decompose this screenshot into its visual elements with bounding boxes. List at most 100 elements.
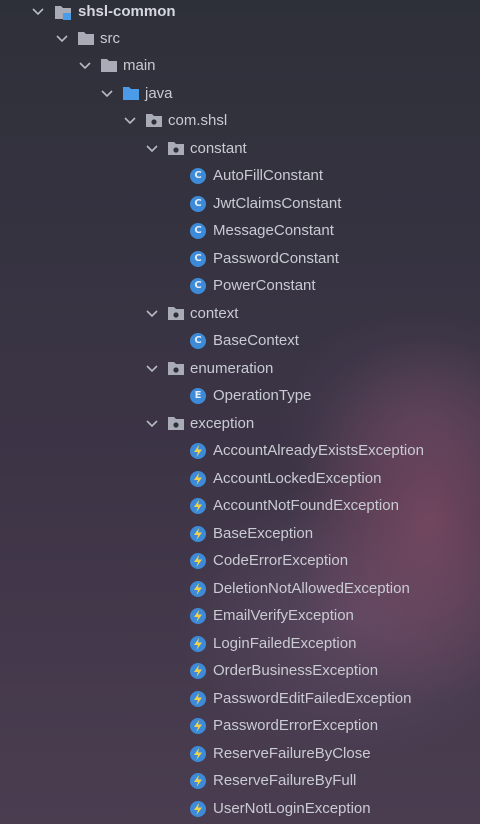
package-icon (167, 415, 185, 433)
tree-leaf-exception[interactable]: EmailVerifyException (0, 602, 480, 629)
tree-leaf-enum[interactable]: E OperationType (0, 382, 480, 409)
chevron-down-icon[interactable] (30, 4, 46, 20)
tree-leaf-exception[interactable]: PasswordEditFailedException (0, 685, 480, 712)
exception-class-icon (189, 442, 207, 460)
tree-leaf-label: OperationType (213, 387, 312, 404)
exception-class-icon (189, 580, 207, 598)
tree-leaf-label: PasswordConstant (213, 250, 339, 267)
tree-node-java[interactable]: java (0, 80, 480, 107)
exception-class-icon (189, 717, 207, 735)
tree-leaf-label: OrderBusinessException (213, 662, 379, 679)
tree-leaf-exception[interactable]: UserNotLoginException (0, 795, 480, 822)
tree-leaf-exception[interactable]: CodeErrorException (0, 547, 480, 574)
tree-node-label: src (100, 30, 120, 47)
tree-leaf-label: JwtClaimsConstant (213, 195, 342, 212)
class-icon: C (189, 167, 207, 185)
tree-node-exception[interactable]: exception (0, 410, 480, 437)
chevron-down-icon[interactable] (144, 306, 160, 322)
tree-node-label: constant (190, 140, 247, 157)
tree-leaf-label: UserNotLoginException (213, 800, 371, 817)
tree-leaf-exception[interactable]: PasswordErrorException (0, 712, 480, 739)
tree-leaf-class[interactable]: C PasswordConstant (0, 245, 480, 272)
module-folder-icon (54, 3, 72, 21)
tree-leaf-label: DeletionNotAllowedException (213, 580, 410, 597)
tree-leaf-exception[interactable]: AccountLockedException (0, 465, 480, 492)
tree-leaf-exception[interactable]: AccountAlreadyExistsException (0, 437, 480, 464)
tree-node-label: com.shsl (168, 112, 228, 129)
tree-leaf-exception[interactable]: AccountNotFoundException (0, 492, 480, 519)
tree-leaf-label: ReserveFailureByClose (213, 745, 371, 762)
exception-class-icon (189, 635, 207, 653)
package-icon (167, 360, 185, 378)
tree-leaf-label: AccountNotFoundException (213, 497, 399, 514)
exception-class-icon (189, 690, 207, 708)
tree-node-main[interactable]: main (0, 52, 480, 79)
package-icon (167, 140, 185, 158)
project-tree: shsl-common src main java com.shsl const… (0, 0, 480, 824)
tree-leaf-label: AutoFillConstant (213, 167, 324, 184)
exception-class-icon (189, 662, 207, 680)
folder-icon (77, 30, 95, 48)
tree-leaf-class[interactable]: C BaseContext (0, 327, 480, 354)
exception-class-icon (189, 607, 207, 625)
tree-leaf-label: ReserveFailureByFull (213, 772, 357, 789)
package-icon (167, 305, 185, 323)
tree-leaf-class[interactable]: C AutoFillConstant (0, 162, 480, 189)
tree-leaf-exception[interactable]: LoginFailedException (0, 630, 480, 657)
tree-node-label: shsl-common (78, 3, 176, 20)
chevron-down-icon[interactable] (144, 416, 160, 432)
tree-leaf-exception[interactable]: ReserveFailureByFull (0, 767, 480, 794)
class-icon: C (189, 222, 207, 240)
folder-icon (100, 57, 118, 75)
exception-class-icon (189, 800, 207, 818)
tree-leaf-label: AccountLockedException (213, 470, 382, 487)
tree-leaf-label: LoginFailedException (213, 635, 357, 652)
exception-class-icon (189, 772, 207, 790)
tree-leaf-label: EmailVerifyException (213, 607, 354, 624)
tree-node-src[interactable]: src (0, 25, 480, 52)
class-icon: C (189, 195, 207, 213)
chevron-down-icon[interactable] (144, 141, 160, 157)
tree-node-constant[interactable]: constant (0, 135, 480, 162)
tree-leaf-label: AccountAlreadyExistsException (213, 442, 424, 459)
tree-node-label: exception (190, 415, 255, 432)
tree-leaf-exception[interactable]: OrderBusinessException (0, 657, 480, 684)
tree-node-label: java (145, 85, 173, 102)
tree-leaf-label: BaseContext (213, 332, 299, 349)
tree-node-label: enumeration (190, 360, 274, 377)
package-icon (145, 112, 163, 130)
tree-leaf-exception[interactable]: ReserveFailureByClose (0, 740, 480, 767)
chevron-down-icon[interactable] (54, 31, 70, 47)
tree-node-enumeration[interactable]: enumeration (0, 355, 480, 382)
tree-node-com-shsl[interactable]: com.shsl (0, 107, 480, 134)
tree-leaf-label: CodeErrorException (213, 552, 349, 569)
class-icon: C (189, 250, 207, 268)
tree-node-label: main (123, 57, 156, 74)
chevron-down-icon[interactable] (144, 361, 160, 377)
exception-class-icon (189, 497, 207, 515)
tree-leaf-label: BaseException (213, 525, 314, 542)
class-icon: C (189, 332, 207, 350)
class-icon: C (189, 277, 207, 295)
tree-leaf-label: MessageConstant (213, 222, 334, 239)
chevron-down-icon[interactable] (99, 86, 115, 102)
source-folder-icon (122, 85, 140, 103)
tree-node-label: context (190, 305, 239, 322)
chevron-down-icon[interactable] (77, 58, 93, 74)
tree-node-shsl-common[interactable]: shsl-common (0, 0, 480, 25)
exception-class-icon (189, 525, 207, 543)
exception-class-icon (189, 552, 207, 570)
tree-node-context[interactable]: context (0, 300, 480, 327)
tree-leaf-class[interactable]: C PowerConstant (0, 272, 480, 299)
exception-class-icon (189, 470, 207, 488)
tree-leaf-class[interactable]: C MessageConstant (0, 217, 480, 244)
tree-leaf-label: PasswordErrorException (213, 717, 379, 734)
tree-leaf-label: PowerConstant (213, 277, 316, 294)
tree-leaf-class[interactable]: C JwtClaimsConstant (0, 190, 480, 217)
tree-leaf-label: PasswordEditFailedException (213, 690, 412, 707)
exception-class-icon (189, 745, 207, 763)
chevron-down-icon[interactable] (122, 113, 138, 129)
tree-leaf-exception[interactable]: DeletionNotAllowedException (0, 575, 480, 602)
enum-icon: E (189, 387, 207, 405)
tree-leaf-exception[interactable]: BaseException (0, 520, 480, 547)
